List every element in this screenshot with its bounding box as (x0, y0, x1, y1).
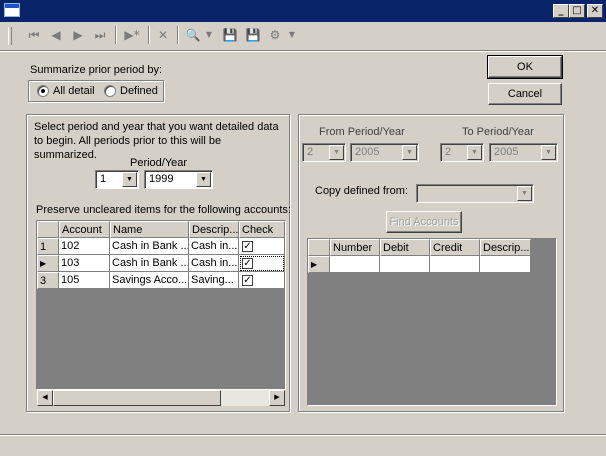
number-cell[interactable] (330, 256, 380, 273)
previous-record-icon[interactable]: ◀ (46, 25, 66, 45)
to-year-value: 2005 (494, 146, 519, 158)
chevron-down-icon[interactable]: ▼ (541, 145, 556, 160)
accounts-grid-hscrollbar[interactable]: ◀ ▶ (37, 390, 285, 406)
title-bar[interactable] (0, 0, 606, 22)
period-select[interactable]: 1 ▼ (95, 170, 139, 189)
next-record-icon[interactable]: ▶ (68, 25, 88, 45)
all-detail-radio[interactable] (37, 85, 49, 97)
row-indicator[interactable]: 1 (37, 238, 59, 255)
name-column-header[interactable]: Name (110, 221, 189, 238)
period-year-label: Period/Year (130, 157, 188, 169)
from-period-year-label: From Period/Year (319, 126, 405, 138)
from-period-select[interactable]: 2 ▼ (302, 143, 346, 162)
close-button[interactable]: ✕ (587, 4, 603, 18)
description-cell[interactable]: Saving... (189, 272, 239, 289)
row-indicator[interactable]: 3 (37, 272, 59, 289)
name-cell[interactable]: Cash in Bank ... (110, 238, 189, 255)
chevron-down-icon[interactable]: ▼ (517, 186, 532, 201)
year-value: 1999 (149, 173, 174, 185)
description-cell[interactable]: Cash in... (189, 238, 239, 255)
description-column-header[interactable]: Descrip... (189, 221, 239, 238)
summarize-label: Summarize prior period by: (30, 64, 163, 76)
year-select[interactable]: 1999 ▼ (144, 170, 213, 189)
row-indicator[interactable]: ▶ (308, 256, 330, 273)
toolbar-separator (177, 26, 179, 44)
period-value: 1 (100, 173, 107, 185)
ok-button[interactable]: OK (487, 55, 563, 79)
setup-icon[interactable]: ⚙ (265, 25, 285, 45)
name-cell[interactable]: Savings Acco... (110, 272, 189, 289)
app-window-icon[interactable] (4, 3, 20, 17)
chevron-down-icon[interactable]: ▼ (329, 145, 344, 160)
find-accounts-button[interactable]: Find Accounts (386, 211, 462, 233)
from-period-value: 2 (307, 146, 314, 158)
to-period-select[interactable]: 2 ▼ (440, 143, 484, 162)
toolbar-separator (148, 26, 150, 44)
to-year-select[interactable]: 2005 ▼ (489, 143, 558, 162)
scroll-right-icon[interactable]: ▶ (269, 390, 285, 406)
debit-column-header[interactable]: Debit (380, 239, 430, 256)
from-year-value: 2005 (355, 146, 380, 158)
from-year-select[interactable]: 2005 ▼ (350, 143, 419, 162)
accounts-grid[interactable]: Account Name Descrip... Check 1 102 Cash… (36, 220, 286, 390)
credit-column-header[interactable]: Credit (430, 239, 480, 256)
delete-icon[interactable]: ✕ (153, 25, 173, 45)
check-cell[interactable]: ✓ (239, 272, 285, 289)
check-checkbox[interactable]: ✓ (242, 275, 253, 286)
row-indicator-header (37, 221, 59, 238)
all-detail-label[interactable]: All detail (53, 85, 95, 97)
chevron-down-icon[interactable]: ▼ (402, 145, 417, 160)
description-column-header[interactable]: Descrip... (480, 239, 531, 256)
toolbar-divider (0, 50, 606, 52)
account-cell[interactable]: 103 (59, 255, 110, 272)
cancel-button[interactable]: Cancel (488, 83, 562, 105)
check-cell[interactable]: ✓ (239, 238, 285, 255)
status-bar (0, 434, 606, 456)
to-period-value: 2 (445, 146, 452, 158)
row-indicator-header (308, 239, 330, 256)
defined-label[interactable]: Defined (120, 85, 158, 97)
name-cell[interactable]: Cash in Bank ... (110, 255, 189, 272)
account-cell[interactable]: 105 (59, 272, 110, 289)
number-column-header[interactable]: Number (330, 239, 380, 256)
preserve-accounts-label: Preserve uncleared items for the followi… (36, 204, 291, 216)
account-cell[interactable]: 102 (59, 238, 110, 255)
period-instruction-text: Select period and year that you want det… (34, 121, 279, 161)
toolbar-separator (115, 26, 117, 44)
credit-cell[interactable] (430, 256, 480, 273)
check-column-header[interactable]: Check (239, 221, 285, 238)
row-indicator[interactable]: ▶ (37, 255, 59, 272)
search-icon[interactable]: 🔍 (183, 25, 203, 45)
chevron-down-icon[interactable]: ▼ (467, 145, 482, 160)
search-dropdown-icon[interactable]: ▼ (203, 25, 215, 45)
defined-accounts-grid[interactable]: Number Debit Credit Descrip... ▶ (307, 238, 557, 406)
setup-dropdown-icon[interactable]: ▼ (286, 25, 298, 45)
account-column-header[interactable]: Account (59, 221, 110, 238)
defined-radio[interactable] (104, 85, 116, 97)
description-cell[interactable] (480, 256, 531, 273)
scroll-left-icon[interactable]: ◀ (37, 390, 53, 406)
copy-defined-from-select[interactable]: ▼ (416, 184, 534, 203)
to-period-year-label: To Period/Year (462, 126, 534, 138)
toolbar-grip[interactable] (8, 27, 12, 45)
check-cell[interactable]: ✓ (239, 255, 285, 272)
debit-cell[interactable] (380, 256, 430, 273)
first-record-icon[interactable]: ⏮ (24, 25, 44, 45)
description-cell[interactable]: Cash in... (189, 255, 239, 272)
minimize-button[interactable]: _ (553, 4, 569, 18)
last-record-icon[interactable]: ⏭ (90, 25, 110, 45)
save-icon[interactable]: 💾 (220, 25, 240, 45)
check-checkbox[interactable]: ✓ (242, 241, 253, 252)
chevron-down-icon[interactable]: ▼ (122, 172, 137, 187)
save-close-icon[interactable]: 💾 (243, 25, 263, 45)
maximize-button[interactable]: □ (569, 4, 585, 18)
new-record-icon[interactable]: ▶* (120, 25, 144, 45)
scroll-thumb[interactable] (53, 390, 221, 406)
chevron-down-icon[interactable]: ▼ (196, 172, 211, 187)
copy-defined-from-label: Copy defined from: (315, 185, 408, 197)
check-checkbox[interactable]: ✓ (242, 258, 253, 269)
